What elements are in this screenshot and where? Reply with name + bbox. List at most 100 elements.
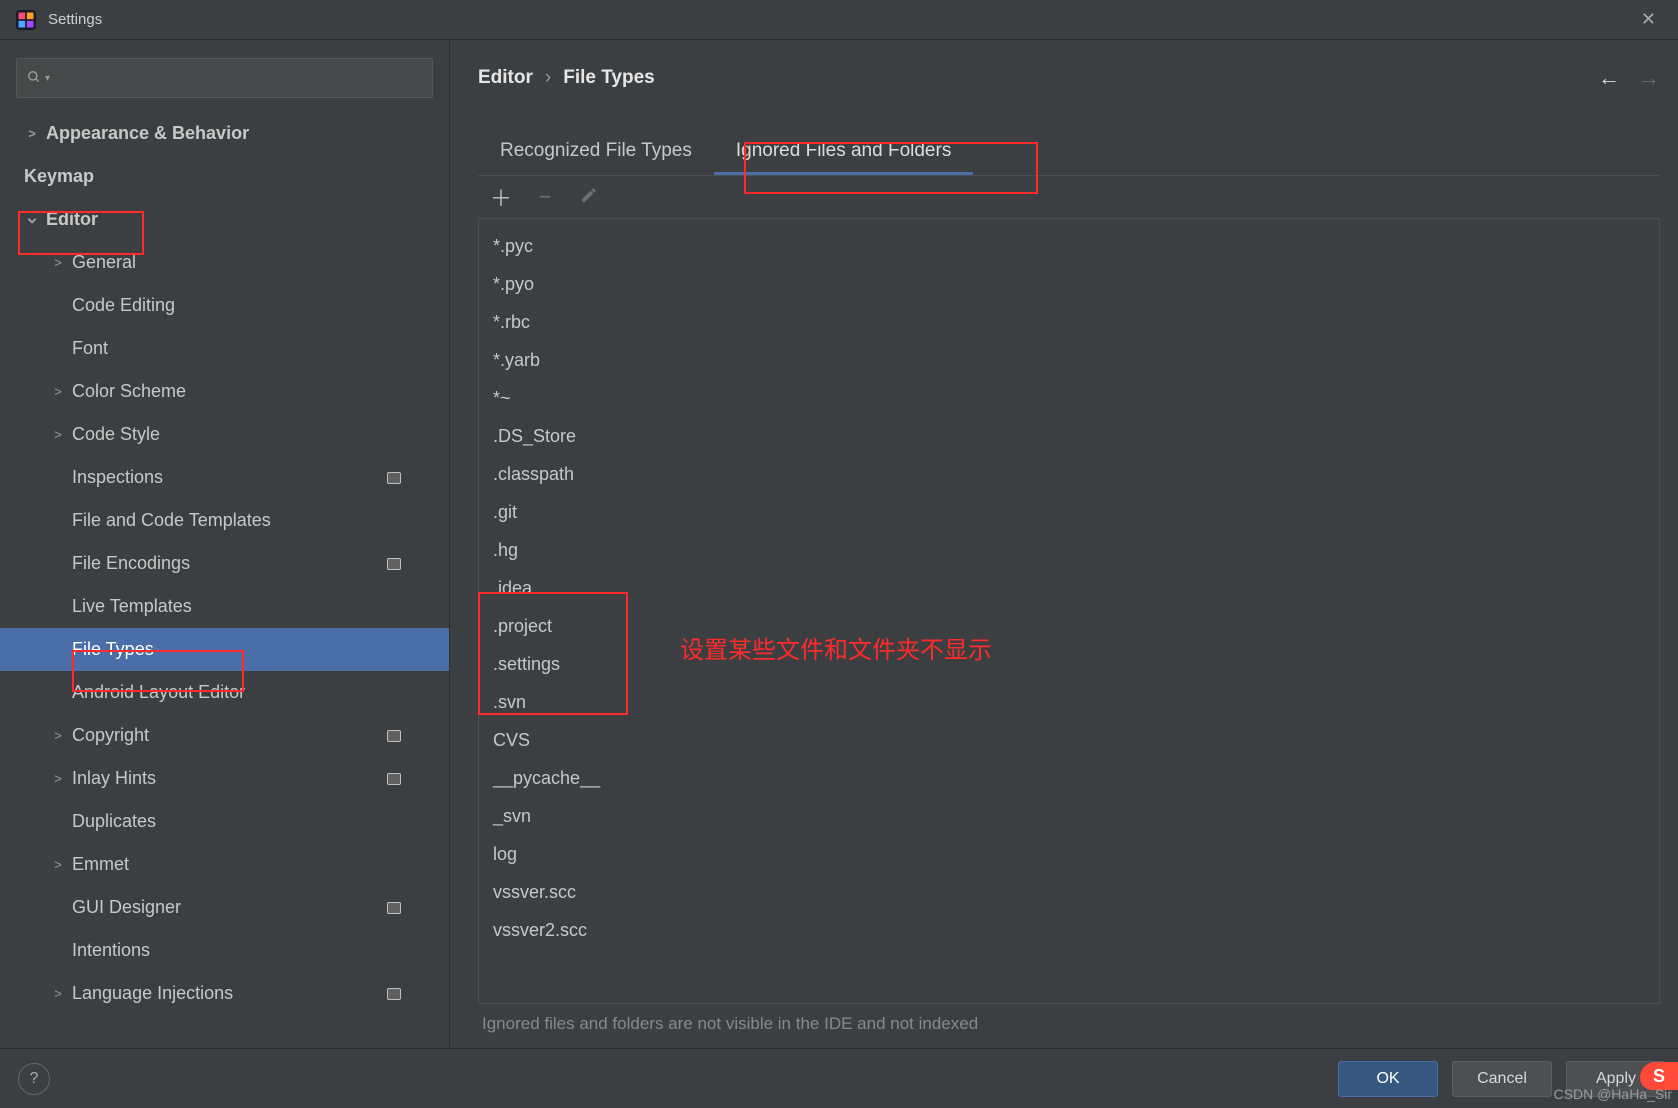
tree-item-label: General xyxy=(72,252,136,273)
tree-item-label: Font xyxy=(72,338,108,359)
tree-item-label: Keymap xyxy=(24,166,94,187)
chevron-right-icon[interactable] xyxy=(24,126,40,141)
tree-item-duplicates[interactable]: Duplicates xyxy=(0,800,449,843)
tree-item-keymap[interactable]: Keymap xyxy=(0,155,449,198)
ignore-pattern-item[interactable]: CVS xyxy=(479,721,1659,759)
tree-item-label: Live Templates xyxy=(72,596,192,617)
scope-badge-icon xyxy=(387,773,401,785)
chevron-right-icon[interactable] xyxy=(50,255,66,270)
ok-button[interactable]: OK xyxy=(1338,1061,1438,1097)
tab-recognized[interactable]: Recognized File Types xyxy=(478,128,714,175)
settings-tree[interactable]: Appearance & Behavior Keymap Editor General… xyxy=(0,112,449,1048)
breadcrumb-separator: › xyxy=(545,67,551,89)
tree-item-color-scheme[interactable]: Color Scheme xyxy=(0,370,449,413)
tree-item-label: GUI Designer xyxy=(72,897,181,918)
ignore-pattern-item[interactable]: .hg xyxy=(479,531,1659,569)
tree-item-label: File Types xyxy=(72,639,154,660)
ignore-pattern-item[interactable]: *.pyc xyxy=(479,227,1659,265)
content-pane: Editor › File Types ← → Recognized File … xyxy=(450,40,1678,1048)
dialog-button-row: ? OK Cancel Apply xyxy=(0,1048,1678,1108)
tree-item-font[interactable]: Font xyxy=(0,327,449,370)
scope-badge-icon xyxy=(387,988,401,1000)
tree-item-gui-designer[interactable]: GUI Designer xyxy=(0,886,449,929)
tree-item-file-encodings[interactable]: File Encodings xyxy=(0,542,449,585)
tree-item-general[interactable]: General xyxy=(0,241,449,284)
search-icon xyxy=(27,70,41,87)
tree-item-inspections[interactable]: Inspections xyxy=(0,456,449,499)
ignore-pattern-item[interactable]: .settings xyxy=(479,645,1659,683)
tree-item-inlay-hints[interactable]: Inlay Hints xyxy=(0,757,449,800)
nav-back-icon[interactable]: ← xyxy=(1598,65,1620,91)
tree-item-label: Appearance & Behavior xyxy=(46,123,249,144)
tree-item-copyright[interactable]: Copyright xyxy=(0,714,449,757)
scope-badge-icon xyxy=(387,902,401,914)
breadcrumb-level1[interactable]: Editor xyxy=(478,67,533,89)
tree-item-label: Code Editing xyxy=(72,295,175,316)
tree-item-label: Inspections xyxy=(72,467,163,488)
settings-sidebar: ▾ Appearance & Behavior Keymap Editor Gener… xyxy=(0,40,450,1048)
ignore-pattern-item[interactable]: *.yarb xyxy=(479,341,1659,379)
ignore-pattern-item[interactable]: .idea xyxy=(479,569,1659,607)
ignore-pattern-item[interactable]: log xyxy=(479,835,1659,873)
ignore-pattern-item[interactable]: *.rbc xyxy=(479,303,1659,341)
tree-item-label: Emmet xyxy=(72,854,129,875)
scope-badge-icon xyxy=(387,472,401,484)
tree-item-code-editing[interactable]: Code Editing xyxy=(0,284,449,327)
window-title: Settings xyxy=(48,11,102,28)
tree-item-file-and-code-templates[interactable]: File and Code Templates xyxy=(0,499,449,542)
ignore-pattern-item[interactable]: .project xyxy=(479,607,1659,645)
cancel-button[interactable]: Cancel xyxy=(1452,1061,1552,1097)
ignore-pattern-item[interactable]: *~ xyxy=(479,379,1659,417)
remove-icon[interactable]: − xyxy=(532,184,558,210)
tree-item-label: Intentions xyxy=(72,940,150,961)
breadcrumb-level2: File Types xyxy=(563,67,655,89)
ignore-pattern-item[interactable]: _svn xyxy=(479,797,1659,835)
tree-item-live-templates[interactable]: Live Templates xyxy=(0,585,449,628)
tab-ignored[interactable]: Ignored Files and Folders xyxy=(714,128,973,175)
tree-item-language-injections[interactable]: Language Injections xyxy=(0,972,449,1015)
ignore-list[interactable]: *.pyc*.pyo*.rbc*.yarb*~.DS_Store.classpa… xyxy=(479,219,1659,1003)
tabs: Recognized File Types Ignored Files and … xyxy=(478,128,1660,176)
edit-icon[interactable] xyxy=(576,184,602,210)
tree-item-editor[interactable]: Editor xyxy=(0,198,449,241)
nav-forward-icon: → xyxy=(1638,65,1660,91)
tree-item-code-style[interactable]: Code Style xyxy=(0,413,449,456)
tree-item-emmet[interactable]: Emmet xyxy=(0,843,449,886)
titlebar: Settings ✕ xyxy=(0,0,1678,40)
ignore-pattern-item[interactable]: .svn xyxy=(479,683,1659,721)
tree-item-label: File Encodings xyxy=(72,553,190,574)
ignore-pattern-item[interactable]: .git xyxy=(479,493,1659,531)
tree-item-android-layout-editor[interactable]: Android Layout Editor xyxy=(0,671,449,714)
chevron-down-icon: ▾ xyxy=(45,73,50,84)
scope-badge-icon xyxy=(387,730,401,742)
tree-item-label: Duplicates xyxy=(72,811,156,832)
chevron-right-icon[interactable] xyxy=(50,427,66,442)
search-input[interactable] xyxy=(56,70,422,87)
scope-badge-icon xyxy=(387,558,401,570)
ignore-pattern-item[interactable]: .DS_Store xyxy=(479,417,1659,455)
chevron-right-icon[interactable] xyxy=(50,771,66,786)
ignore-pattern-item[interactable]: vssver.scc xyxy=(479,873,1659,911)
tree-item-appearance-behavior[interactable]: Appearance & Behavior xyxy=(0,112,449,155)
app-icon xyxy=(14,8,38,32)
tree-item-label: Android Layout Editor xyxy=(72,682,245,703)
chevron-right-icon[interactable] xyxy=(50,857,66,872)
chevron-right-icon[interactable] xyxy=(50,384,66,399)
tree-item-label: Inlay Hints xyxy=(72,768,156,789)
add-icon[interactable]: ＋ xyxy=(488,181,514,213)
tree-item-intentions[interactable]: Intentions xyxy=(0,929,449,972)
close-icon[interactable]: ✕ xyxy=(1633,5,1664,34)
ignore-pattern-item[interactable]: __pycache__ xyxy=(479,759,1659,797)
ignore-pattern-item[interactable]: *.pyo xyxy=(479,265,1659,303)
tree-item-label: Code Style xyxy=(72,424,160,445)
tree-item-label: Editor xyxy=(46,209,98,230)
breadcrumb: Editor › File Types xyxy=(478,67,655,89)
tree-item-file-types[interactable]: File Types xyxy=(0,628,449,671)
search-input-container[interactable]: ▾ xyxy=(16,58,433,98)
help-button[interactable]: ? xyxy=(18,1063,50,1095)
tree-item-label: Language Injections xyxy=(72,983,233,1004)
ignore-pattern-item[interactable]: .classpath xyxy=(479,455,1659,493)
chevron-right-icon[interactable] xyxy=(50,728,66,743)
chevron-right-icon[interactable] xyxy=(50,986,66,1001)
ignore-pattern-item[interactable]: vssver2.scc xyxy=(479,911,1659,949)
